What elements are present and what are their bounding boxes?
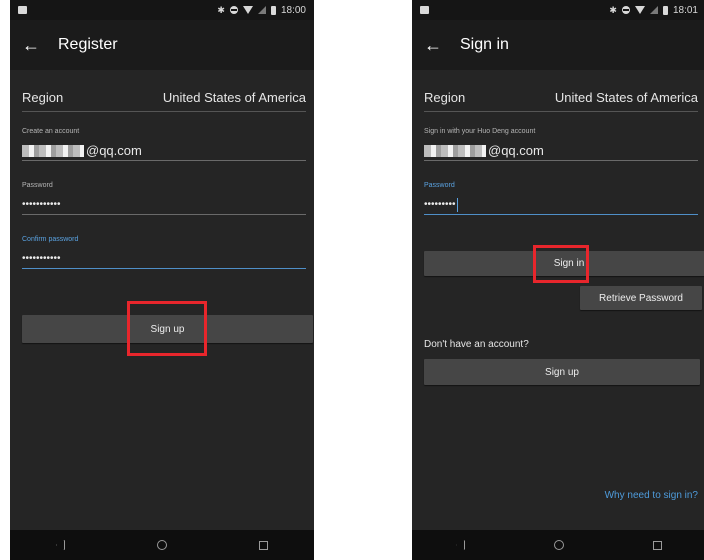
sign-up-button[interactable]: Sign up — [424, 359, 700, 385]
recents-icon[interactable] — [259, 540, 268, 550]
password-input[interactable]: ••••••••••• — [22, 195, 306, 215]
region-label: Region — [22, 90, 64, 105]
email-domain: @qq.com — [488, 143, 544, 158]
signal-icon — [257, 6, 266, 14]
account-field-caption: Create an account — [22, 128, 80, 135]
register-screen: ✱ 18:00 ← Register Region United States … — [10, 0, 314, 560]
confirm-password-caption: Confirm password — [22, 236, 79, 243]
highlight-box-sign-in — [533, 245, 589, 283]
password-input[interactable]: ••••••••• — [424, 195, 698, 215]
signal-icon — [649, 6, 658, 14]
navigation-bar — [412, 530, 704, 560]
back-arrow-icon[interactable]: ← — [10, 20, 48, 70]
retrieve-password-button[interactable]: Retrieve Password — [580, 286, 702, 310]
app-bar: ← Sign in — [412, 20, 704, 70]
battery-icon — [662, 5, 668, 15]
do-not-disturb-icon — [621, 6, 630, 14]
sign-in-screen: ✱ 18:01 ← Sign in Region United States o… — [412, 0, 704, 560]
home-icon[interactable] — [553, 540, 564, 550]
email-domain: @qq.com — [86, 143, 142, 158]
back-icon[interactable] — [56, 540, 65, 550]
redacted-username — [22, 144, 84, 157]
password-field-caption: Password — [424, 182, 455, 189]
account-field: Sign in with your Huo Deng account @qq.c… — [424, 128, 698, 161]
confirm-password-dots: ••••••••••• — [22, 253, 61, 264]
app-bar: ← Register — [10, 20, 314, 70]
account-input[interactable]: @qq.com — [22, 141, 306, 161]
confirm-password-input[interactable]: ••••••••••• — [22, 249, 306, 269]
confirm-password-field: Confirm password ••••••••••• — [22, 236, 306, 269]
no-account-text: Don't have an account? — [424, 339, 529, 350]
account-input[interactable]: @qq.com — [424, 141, 698, 161]
status-bar: ✱ 18:01 — [412, 0, 704, 20]
region-selector[interactable]: Region United States of America — [424, 84, 698, 112]
page-title: Sign in — [460, 36, 509, 53]
redacted-username — [424, 144, 486, 157]
region-value: United States of America — [162, 90, 306, 105]
back-arrow-icon[interactable]: ← — [412, 20, 450, 70]
text-cursor — [456, 197, 458, 212]
why-sign-in-link[interactable]: Why need to sign in? — [605, 490, 698, 501]
status-bar: ✱ 18:00 — [10, 0, 314, 20]
region-value: United States of America — [554, 90, 698, 105]
bluetooth-icon: ✱ — [609, 5, 617, 15]
wifi-icon — [242, 6, 253, 14]
wifi-icon — [634, 6, 645, 14]
back-icon[interactable] — [456, 540, 466, 550]
recents-icon[interactable] — [652, 540, 662, 550]
image-notification-icon — [420, 6, 429, 14]
password-dots: ••••••••••• — [22, 199, 61, 210]
password-field: Password ••••••••• — [424, 182, 698, 215]
region-selector[interactable]: Region United States of America — [22, 84, 306, 112]
account-field-caption: Sign in with your Huo Deng account — [424, 128, 536, 135]
region-label: Region — [424, 90, 466, 105]
page-title: Register — [58, 36, 118, 53]
battery-icon — [270, 5, 276, 15]
navigation-bar — [10, 530, 314, 560]
highlight-box-sign-up — [127, 301, 207, 356]
account-field: Create an account @qq.com — [22, 128, 306, 161]
status-time: 18:00 — [280, 4, 306, 16]
home-icon[interactable] — [157, 540, 167, 550]
status-time: 18:01 — [672, 4, 698, 16]
image-notification-icon — [18, 6, 27, 14]
password-field-caption: Password — [22, 182, 53, 189]
bluetooth-icon: ✱ — [217, 5, 225, 15]
do-not-disturb-icon — [229, 6, 238, 14]
password-field: Password ••••••••••• — [22, 182, 306, 215]
password-dots: ••••••••• — [424, 199, 456, 210]
